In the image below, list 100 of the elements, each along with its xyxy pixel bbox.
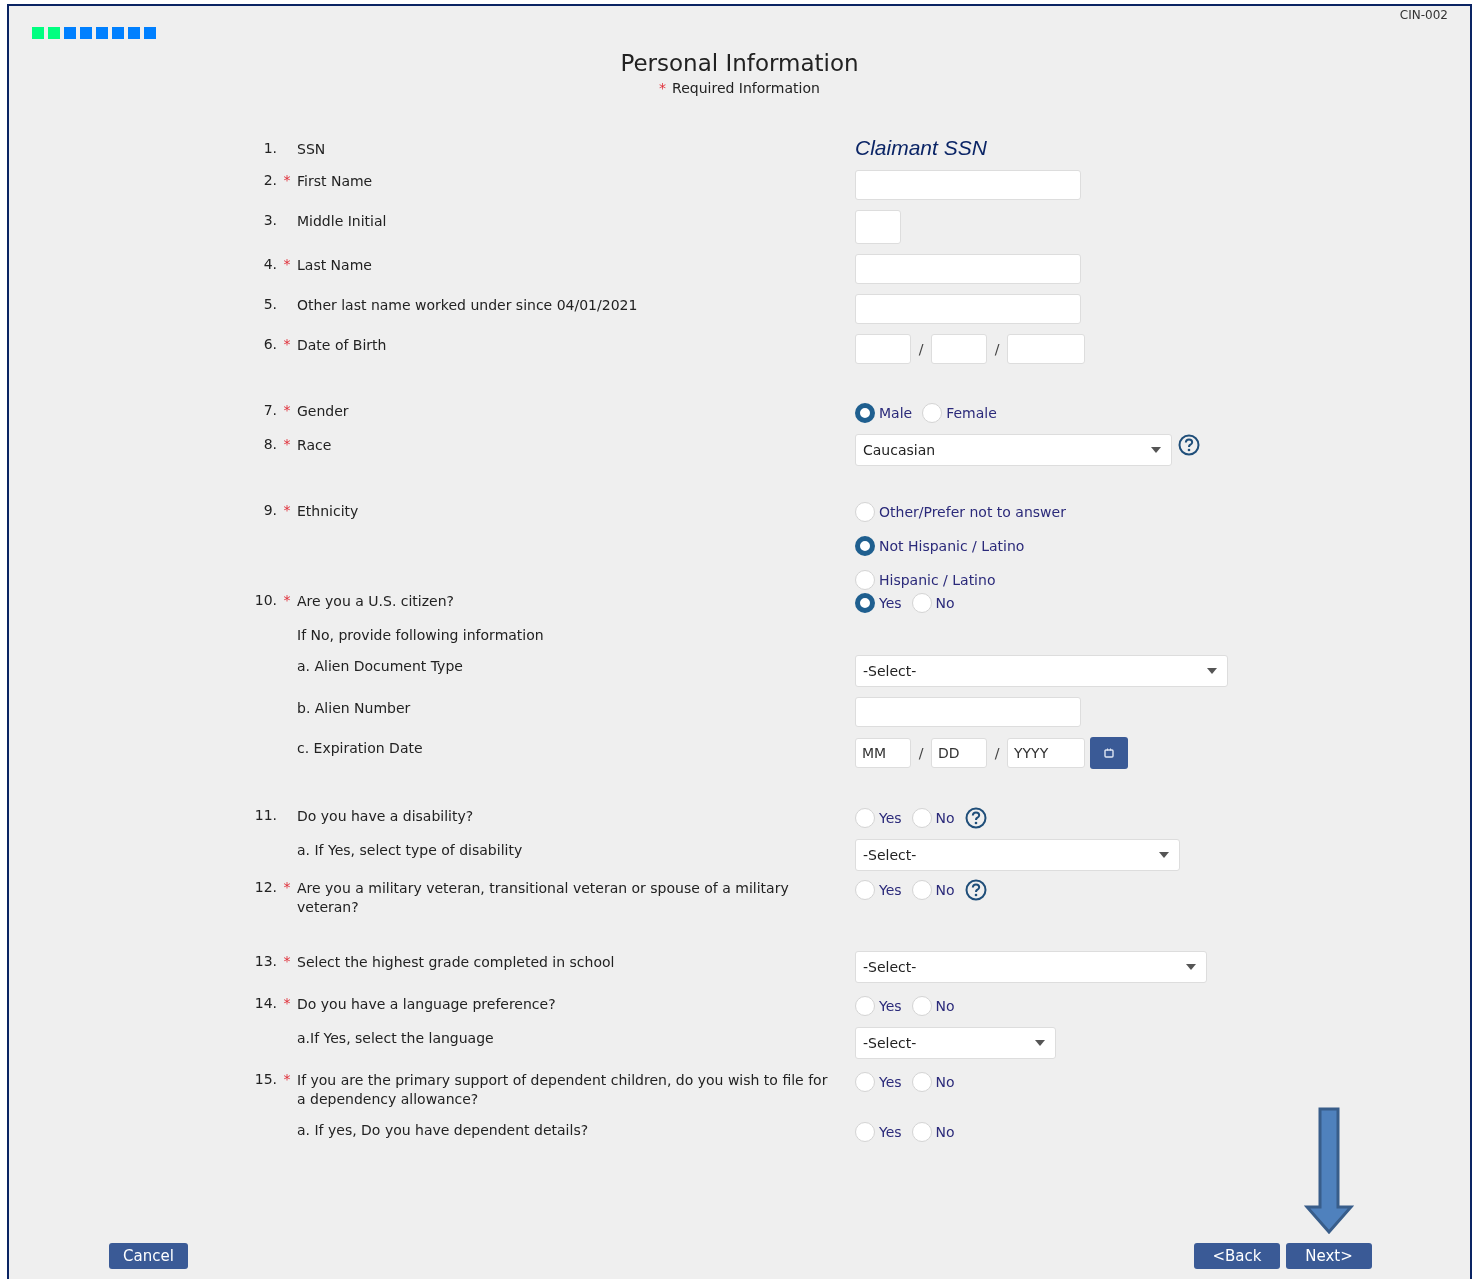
question-label: First Name xyxy=(297,172,373,191)
radio-option[interactable]: No xyxy=(911,593,955,613)
date-separator: / xyxy=(993,745,1001,761)
question-label: Are you a military veteran, transitional veteran or spouse of a military veteran? xyxy=(297,879,790,917)
question-label: a. If Yes, select type of disability xyxy=(297,841,523,860)
radio-option[interactable]: No xyxy=(911,1122,955,1142)
question-number: 15. xyxy=(254,1071,277,1087)
calendar-icon xyxy=(1104,748,1114,758)
question-label: a. If yes, Do you have dependent details? xyxy=(297,1121,589,1140)
date-field[interactable] xyxy=(1007,334,1085,364)
date-separator: / xyxy=(917,745,925,761)
question-number: 1. xyxy=(263,140,277,156)
required-marker: * xyxy=(283,502,291,518)
question-label: a.If Yes, select the language xyxy=(297,1029,494,1048)
required-marker: * xyxy=(283,402,291,418)
date-field[interactable]: MM xyxy=(855,738,911,768)
question-label: Ethnicity xyxy=(297,502,359,521)
question-label: Middle Initial xyxy=(297,212,387,231)
nav-button[interactable]: <Back xyxy=(1194,1243,1280,1269)
caret-icon xyxy=(1035,1040,1045,1046)
question-label: Last Name xyxy=(297,256,372,275)
required-marker: * xyxy=(283,256,291,272)
caret-icon xyxy=(1207,668,1217,674)
input-field[interactable] xyxy=(855,254,1081,284)
question-label: c. Expiration Date xyxy=(297,739,423,758)
question-label: Date of Birth xyxy=(297,336,387,355)
radio-option[interactable]: Yes xyxy=(855,880,902,900)
nav-button[interactable]: Next> xyxy=(1286,1243,1372,1269)
help-icon[interactable] xyxy=(1178,434,1200,456)
question-number: 5. xyxy=(263,296,277,312)
radio-button[interactable] xyxy=(855,593,875,613)
question-label: SSN xyxy=(297,140,326,159)
date-field[interactable] xyxy=(931,334,987,364)
input-field[interactable] xyxy=(855,170,1081,200)
radio-option[interactable]: Other/Prefer not to answer xyxy=(855,502,1470,522)
dropdown[interactable]: -Select- xyxy=(855,655,1228,687)
calendar-button[interactable] xyxy=(1090,737,1128,769)
question-number: 10. xyxy=(254,592,277,608)
radio-option[interactable]: Yes xyxy=(855,1072,902,1092)
cancel-button[interactable]: Cancel xyxy=(109,1243,188,1269)
date-separator: / xyxy=(993,341,1001,357)
caret-icon xyxy=(1159,852,1169,858)
question-label: Race xyxy=(297,436,332,455)
dropdown[interactable]: -Select- xyxy=(855,839,1180,871)
radio-option[interactable]: Not Hispanic / Latino xyxy=(855,536,1470,556)
radio-option[interactable]: No xyxy=(911,808,955,828)
date-field[interactable]: DD xyxy=(931,738,987,768)
required-marker: * xyxy=(283,592,291,608)
help-icon[interactable] xyxy=(964,807,987,829)
question-number: 9. xyxy=(263,502,277,518)
question-number: 4. xyxy=(263,256,277,272)
question-label: b. Alien Number xyxy=(297,699,411,718)
radio-option[interactable]: No xyxy=(911,880,955,900)
radio-option[interactable]: Male xyxy=(855,403,913,423)
dropdown[interactable]: -Select- xyxy=(855,951,1207,983)
question-label: Select the highest grade completed in school xyxy=(297,953,615,972)
radio-option[interactable]: Yes xyxy=(855,808,902,828)
question-label: Do you have a disability? xyxy=(297,807,474,826)
required-marker: * xyxy=(283,172,291,188)
radio-button[interactable] xyxy=(855,536,875,556)
radio-option[interactable]: No xyxy=(911,996,955,1016)
page-code: CIN-002 xyxy=(1399,7,1448,24)
date-field[interactable]: YYYY xyxy=(1007,738,1085,768)
question-number: 3. xyxy=(263,212,277,228)
page-title: Personal Information xyxy=(619,50,860,76)
radio-option[interactable]: No xyxy=(911,1072,955,1092)
input-field[interactable] xyxy=(855,697,1081,727)
radio-button[interactable] xyxy=(855,403,875,423)
question-number: 13. xyxy=(254,953,277,969)
radio-option[interactable]: Hispanic / Latino xyxy=(855,570,1470,590)
question-number: 14. xyxy=(254,995,277,1011)
required-marker: * xyxy=(283,995,291,1011)
required-marker: * xyxy=(283,953,291,969)
date-separator: / xyxy=(917,341,925,357)
required-marker: * xyxy=(659,80,667,96)
question-label: If No, provide following information xyxy=(297,626,544,645)
question-number: 12. xyxy=(254,879,277,895)
question-label: Other last name worked under since 04/01/2021 xyxy=(297,296,638,315)
question-label: If you are the primary support of dependent children, do you wish to file for a dependency allowance? xyxy=(297,1071,829,1109)
required-marker: * xyxy=(283,1071,291,1087)
question-number: 7. xyxy=(263,402,277,418)
question-label: Do you have a language preference? xyxy=(297,995,556,1014)
required-marker: * xyxy=(283,879,291,895)
radio-option[interactable]: Yes xyxy=(855,996,902,1016)
dropdown[interactable]: -Select- xyxy=(855,1027,1056,1059)
caret-icon xyxy=(1186,964,1196,970)
radio-option[interactable]: Yes xyxy=(855,1122,902,1142)
radio-option[interactable]: Female xyxy=(922,403,997,423)
question-number: 6. xyxy=(263,336,277,352)
dropdown[interactable]: Caucasian xyxy=(855,434,1172,466)
radio-option[interactable]: Yes xyxy=(855,593,902,613)
question-number: 8. xyxy=(263,436,277,452)
question-label: a. Alien Document Type xyxy=(297,657,463,676)
question-number: 11. xyxy=(254,807,277,823)
help-icon[interactable] xyxy=(964,879,987,901)
input-field[interactable] xyxy=(855,210,901,244)
required-note: Required Information xyxy=(672,80,820,96)
caret-icon xyxy=(1151,447,1161,453)
date-field[interactable] xyxy=(855,334,911,364)
input-field[interactable] xyxy=(855,294,1081,324)
